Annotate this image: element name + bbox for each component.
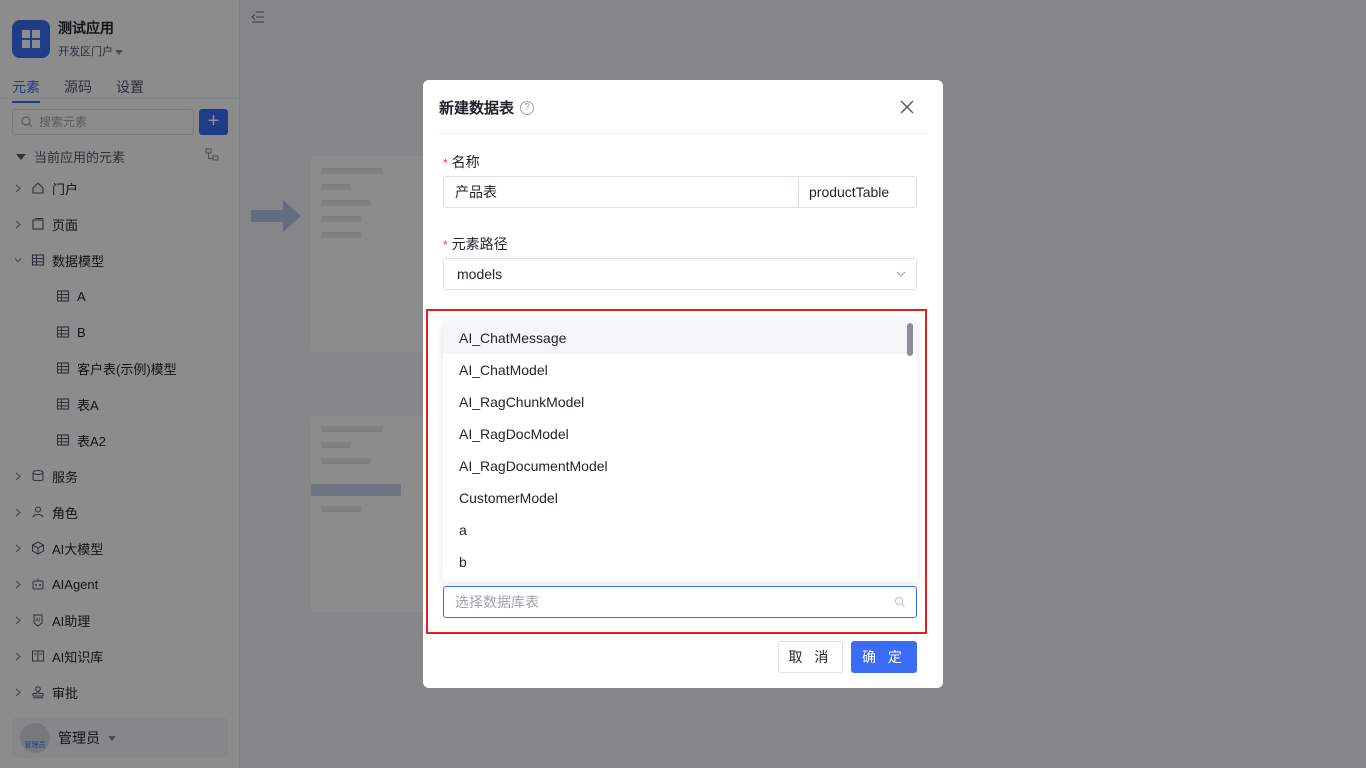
dropdown-option[interactable]: AI_RagDocumentModel [443,450,917,482]
dropdown-option[interactable]: AI_RagChunkModel [443,386,917,418]
path-label-text: 元素路径 [451,236,508,252]
db-table-select[interactable] [443,586,917,618]
path-value: models [457,266,503,282]
table-dropdown: AI_ChatMessage AI_ChatModel AI_RagChunkM… [443,322,917,582]
dropdown-scrollbar[interactable] [907,323,913,356]
dialog-divider [439,133,927,134]
cancel-button[interactable]: 取 消 [778,641,843,673]
name-input[interactable]: 产品表 [444,177,798,207]
chevron-down-icon [896,271,906,277]
code-input[interactable]: productTable [798,177,916,207]
db-table-input[interactable] [455,594,894,610]
dropdown-option[interactable]: a [443,514,917,546]
new-table-dialog: 新建数据表 ? * 名称 产品表 productTable * 元素路径 model… [423,80,943,688]
dialog-title: 新建数据表 ? [439,97,535,118]
dropdown-option[interactable]: CustomerModel [443,482,917,514]
path-select[interactable]: models [443,258,917,290]
path-label: * 元素路径 [443,236,508,252]
confirm-button[interactable]: 确 定 [851,641,917,673]
search-icon [894,596,905,607]
dropdown-option[interactable]: b [443,546,917,578]
dropdown-option[interactable]: AI_ChatMessage [443,322,917,354]
help-icon[interactable]: ? [520,100,535,115]
dropdown-option[interactable]: AI_RagDocModel [443,418,917,450]
name-field: 产品表 productTable [443,176,917,208]
dialog-title-text: 新建数据表 [439,100,515,117]
name-label: * 名称 [443,154,480,170]
name-label-text: 名称 [451,154,480,170]
close-icon[interactable] [899,99,915,115]
dropdown-option[interactable]: AI_ChatModel [443,354,917,386]
